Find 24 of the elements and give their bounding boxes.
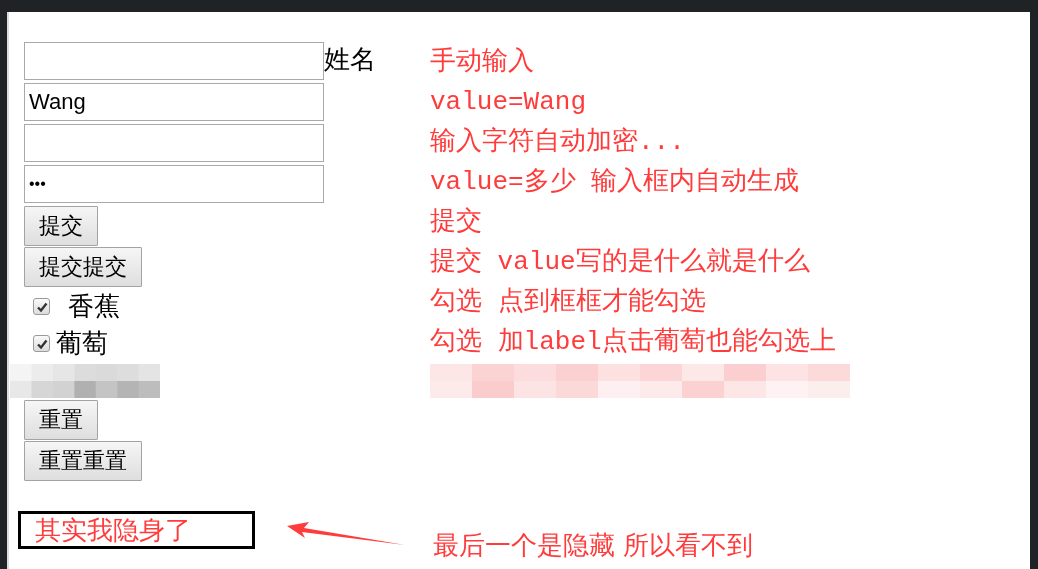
text-field[interactable]: Wang (24, 83, 324, 121)
checkbox[interactable] (33, 298, 50, 315)
annotation-text: 提交 value写的是什么就是什么 (430, 246, 811, 279)
checkbox[interactable] (33, 335, 50, 352)
field-label: 姓名 (324, 43, 376, 76)
annotation-text: 最后一个是隐藏 所以看不到 (433, 529, 754, 562)
hidden-text: 其实我隐身了 (35, 514, 191, 545)
reset-button[interactable]: 重置重置 (24, 441, 142, 481)
annotation-text: 勾选 加label点击葡萄也能勾选上 (430, 326, 837, 359)
annotation-text: value=Wang (430, 86, 588, 119)
annotation-text: 手动输入 (430, 46, 535, 79)
annotation-text: 提交 (430, 206, 483, 239)
submit-button[interactable]: 提交 (24, 206, 98, 246)
arrow-icon (287, 521, 405, 546)
reset-button[interactable]: 重置 (24, 400, 98, 440)
text-field[interactable] (24, 42, 324, 80)
password-field[interactable] (24, 124, 324, 162)
annotation-text: value=多少 输入框内自动生成 (430, 166, 801, 199)
checkbox-label[interactable]: 香蕉 (68, 289, 120, 324)
annotation-text: 输入字符自动加密... (430, 126, 686, 159)
annotation-text: 勾选 点到框框才能勾选 (430, 286, 707, 319)
checkbox-label[interactable]: 葡萄 (56, 326, 108, 361)
password-field[interactable]: ••• (24, 165, 324, 203)
submit-button[interactable]: 提交提交 (24, 247, 142, 287)
